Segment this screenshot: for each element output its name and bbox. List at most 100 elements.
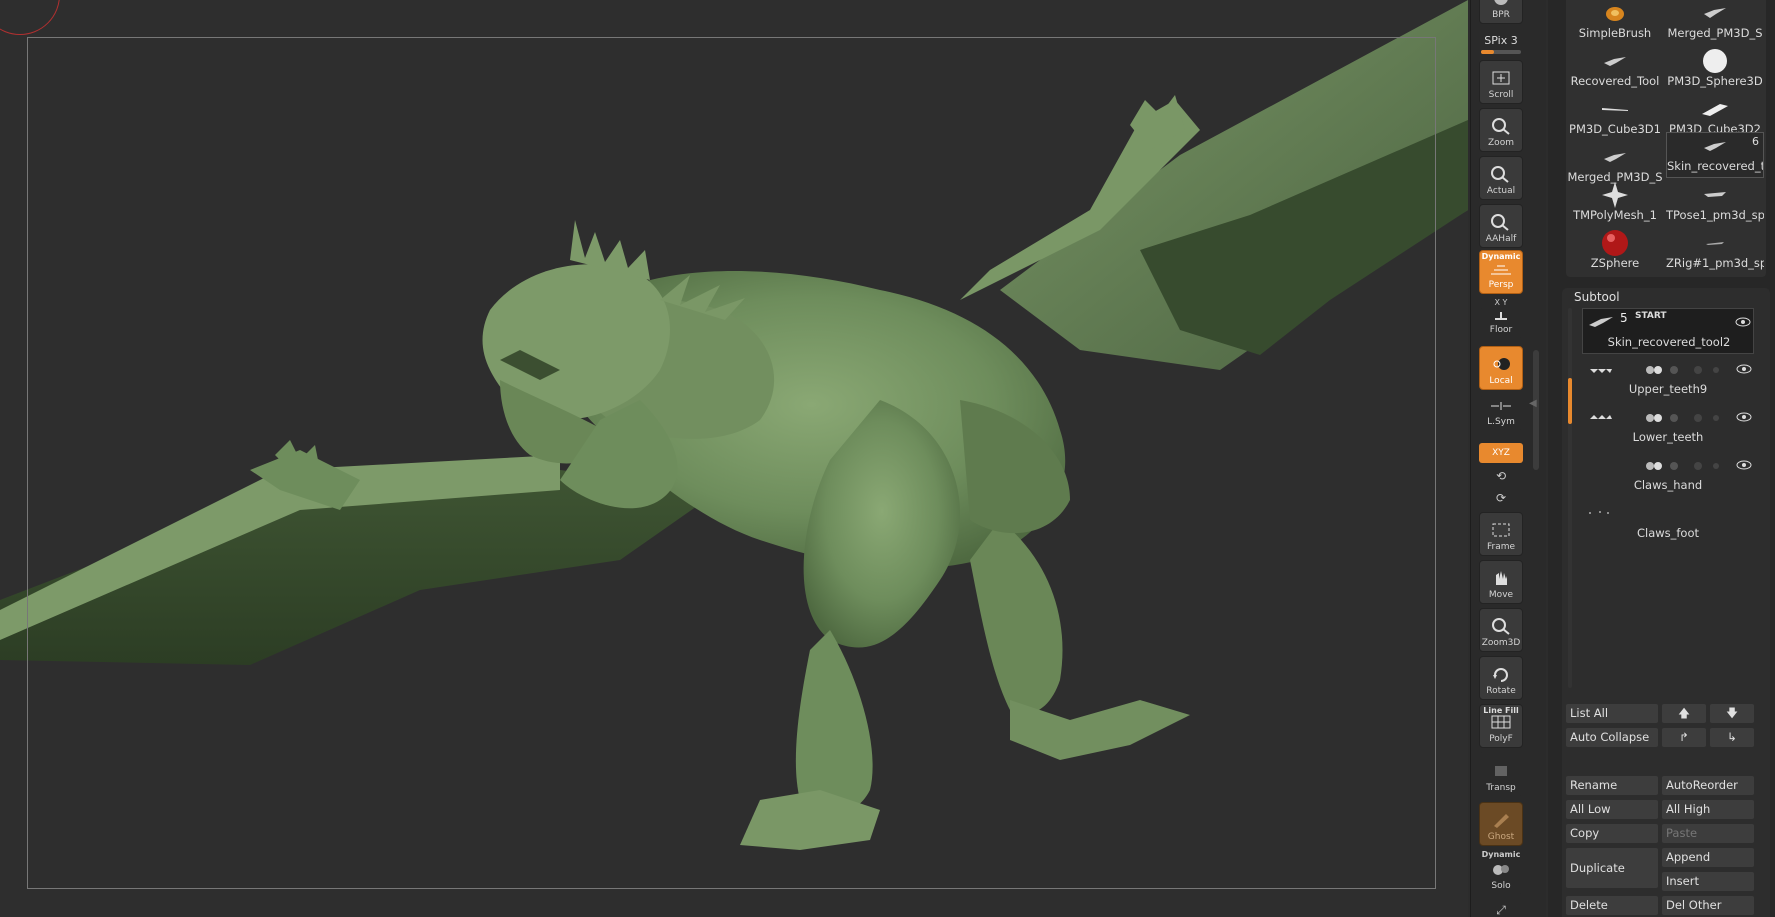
arrow-up-right-button[interactable]: ↱	[1662, 728, 1706, 747]
lsym-icon	[1488, 396, 1514, 415]
zsphere-icon	[1566, 230, 1664, 256]
persp-button[interactable]: Dynamic Persp	[1479, 250, 1523, 294]
rotate-z-icon[interactable]: ⟳	[1493, 490, 1509, 506]
rotate-y-icon[interactable]: ⟲	[1493, 468, 1509, 484]
zoom-button[interactable]: Zoom	[1479, 108, 1523, 152]
polyf-button[interactable]: Line Fill PolyF	[1479, 704, 1523, 748]
move-button[interactable]: Move	[1479, 560, 1523, 604]
transp-button[interactable]: Transp	[1479, 752, 1523, 796]
actual-label: Actual	[1486, 186, 1516, 196]
tool-name: Recovered_Tool	[1570, 74, 1660, 88]
transp-label: Transp	[1486, 783, 1516, 793]
simplebrush-icon	[1566, 0, 1664, 26]
solo-icon	[1488, 859, 1514, 879]
collapse-arrow-icon[interactable]: ◀	[1529, 398, 1537, 409]
solo-button[interactable]: Dynamic Solo	[1479, 850, 1523, 894]
actual-button[interactable]: Actual	[1479, 156, 1523, 200]
floor-button[interactable]: Floor	[1479, 308, 1523, 338]
all-low-button[interactable]: All Low	[1566, 800, 1658, 819]
zoom3d-icon	[1488, 616, 1514, 636]
polyframe-icon	[1488, 712, 1514, 732]
persp-dynamic-label: Dynamic	[1481, 252, 1521, 261]
auto-reorder-button[interactable]: AutoReorder	[1662, 776, 1754, 795]
subtool-name: Claws_foot	[1636, 526, 1700, 540]
aahalf-button[interactable]: AAHalf	[1479, 204, 1523, 248]
eye-icon[interactable]	[1736, 455, 1752, 470]
subtool-toggles[interactable]	[1626, 360, 1736, 374]
paste-button[interactable]: Paste	[1662, 824, 1754, 843]
append-button[interactable]: Append	[1662, 848, 1754, 867]
subtool-panel: Subtool 5 START Skin_recovered_tool2 Upp…	[1562, 288, 1770, 917]
lsym-label: L.Sym	[1487, 417, 1515, 427]
document-viewport[interactable]	[0, 0, 1468, 917]
xyz-button[interactable]: XYZ	[1479, 443, 1523, 463]
subtool-item[interactable]: Upper_teeth9	[1582, 356, 1754, 402]
blade-icon	[1666, 96, 1764, 122]
zoom-icon	[1488, 116, 1514, 136]
tool-name: PM3D_Cube3D1	[1569, 122, 1661, 136]
all-high-button[interactable]: All High	[1662, 800, 1754, 819]
shelf-scrollbar[interactable]	[1533, 350, 1539, 470]
polyf-label: PolyF	[1489, 734, 1513, 744]
tool-item[interactable]: ZSphere	[1566, 230, 1664, 276]
frame-label: Frame	[1486, 542, 1516, 552]
rotate-button[interactable]: Rotate	[1479, 656, 1523, 700]
subtool-item[interactable]: Lower_teeth	[1582, 404, 1754, 450]
tool-name: ZRig#1_pm3d_sp	[1666, 256, 1764, 270]
tool-item[interactable]: TMPolyMesh_1	[1566, 182, 1664, 228]
subtool-scroll-track[interactable]	[1568, 308, 1572, 688]
floor-label: Floor	[1489, 325, 1513, 335]
local-button[interactable]: Local	[1479, 346, 1523, 390]
tool-item[interactable]: PM3D_Sphere3D	[1666, 48, 1764, 94]
eye-icon[interactable]	[1736, 407, 1752, 422]
tool-item[interactable]: Recovered_Tool	[1566, 48, 1664, 94]
tool-item[interactable]: ZRig#1_pm3d_sp	[1666, 230, 1764, 276]
transparency-icon	[1488, 761, 1514, 781]
move-up-button[interactable]: 🡅	[1662, 704, 1706, 723]
zoom3d-button[interactable]: Zoom3D	[1479, 608, 1523, 652]
tool-name: TPose1_pm3d_sp	[1666, 208, 1764, 222]
subtool-item[interactable]: Claws_foot	[1582, 500, 1754, 546]
blade-icon	[1566, 96, 1664, 122]
tool-item[interactable]: TPose1_pm3d_sp	[1666, 182, 1764, 228]
actual-icon	[1488, 164, 1514, 184]
frame-button[interactable]: Frame	[1479, 512, 1523, 556]
subtool-item[interactable]: 5 START Skin_recovered_tool2	[1582, 308, 1754, 354]
tool-name: PM3D_Sphere3D	[1667, 74, 1763, 88]
persp-label: Persp	[1488, 280, 1514, 290]
insert-button[interactable]: Insert	[1662, 872, 1754, 891]
ghost-label: Ghost	[1487, 832, 1515, 842]
scroll-button[interactable]: Scroll	[1479, 60, 1523, 104]
aahalf-label: AAHalf	[1485, 234, 1517, 244]
del-other-button[interactable]: Del Other	[1662, 896, 1754, 915]
tool-item[interactable]: SimpleBrush	[1566, 0, 1664, 46]
spix-slider[interactable]	[1481, 50, 1521, 54]
bpr-button[interactable]: BPR	[1479, 0, 1523, 24]
subtool-start-label: START	[1635, 311, 1667, 321]
eye-icon[interactable]	[1735, 312, 1751, 327]
rotate-label: Rotate	[1486, 686, 1516, 696]
tool-item-selected[interactable]: 6 Skin_recovered_t	[1666, 132, 1764, 178]
tool-item[interactable]: Merged_PM3D_S	[1666, 0, 1764, 46]
list-all-button[interactable]: List All	[1566, 704, 1658, 723]
auto-collapse-button[interactable]: Auto Collapse	[1566, 728, 1658, 747]
tool-item[interactable]: PM3D_Cube3D1	[1566, 96, 1664, 142]
copy-button[interactable]: Copy	[1566, 824, 1658, 843]
duplicate-button[interactable]: Duplicate	[1566, 848, 1658, 888]
dragon-thumb-icon	[1566, 48, 1664, 74]
eye-icon[interactable]	[1736, 359, 1752, 374]
expand-icon[interactable]: ⤢	[1493, 902, 1509, 917]
ghost-button[interactable]: Ghost	[1479, 802, 1523, 846]
subtool-scroll-thumb[interactable]	[1568, 378, 1572, 424]
teeth-thumb-icon	[1586, 408, 1614, 426]
subtool-toggles[interactable]	[1626, 408, 1736, 422]
rename-button[interactable]: Rename	[1566, 776, 1658, 795]
delete-button[interactable]: Delete	[1566, 896, 1658, 915]
local-label: Local	[1489, 376, 1513, 386]
subtool-toggles[interactable]	[1626, 456, 1736, 466]
tool-name: Merged_PM3D_S	[1667, 26, 1763, 40]
right-shelf: BPR SPix 3 Scroll Zoom Actual AAHalf Dyn…	[1470, 0, 1546, 917]
move-down-button[interactable]: 🡇	[1710, 704, 1754, 723]
arrow-down-right-button[interactable]: ↳	[1710, 728, 1754, 747]
lsym-button[interactable]: L.Sym	[1479, 396, 1523, 430]
